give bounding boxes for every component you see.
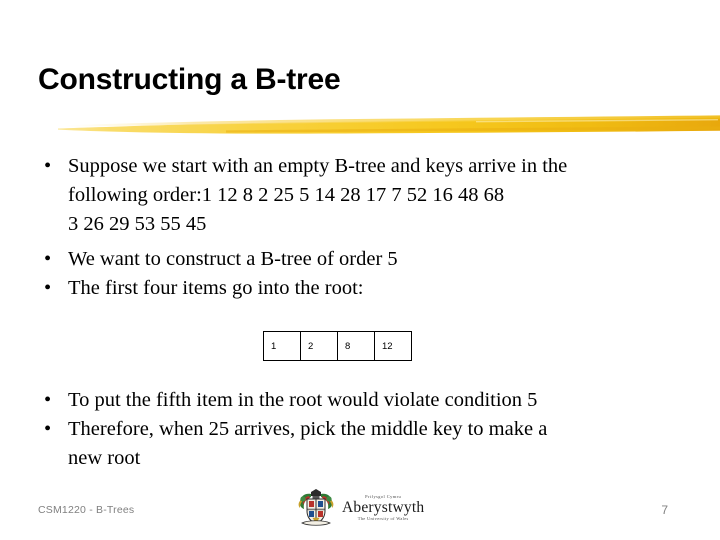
logo-university-name: Aberystwyth xyxy=(342,499,425,517)
btree-key-cell: 2 xyxy=(300,331,338,361)
list-item: • To put the fifth item in the root woul… xyxy=(38,386,686,415)
page-title: Constructing a B-tree xyxy=(38,63,341,96)
bullet-line: following order:1 12 8 2 25 5 14 28 17 7… xyxy=(68,184,505,206)
bullet-line: We want to construct a B-tree of order 5 xyxy=(68,248,398,270)
logo-bottom-line: The University of Wales xyxy=(357,515,409,521)
coat-of-arms-icon xyxy=(298,489,334,526)
btree-root-node-table: 1 2 8 12 xyxy=(263,331,412,361)
list-item: • Suppose we start with an empty B-tree … xyxy=(38,152,686,239)
bullet-marker: • xyxy=(44,389,52,411)
btree-key-cell: 8 xyxy=(337,331,375,361)
bullet-marker: • xyxy=(44,248,52,270)
bullet-line: The first four items go into the root: xyxy=(68,277,364,299)
bullet-group-two: • We want to construct a B-tree of order… xyxy=(38,245,686,303)
bullet-line: Therefore, when 25 arrives, pick the mid… xyxy=(68,418,548,440)
btree-key-cell: 12 xyxy=(374,331,412,361)
bullet-group-three: • To put the fifth item in the root woul… xyxy=(38,386,686,473)
list-item: • Therefore, when 25 arrives, pick the m… xyxy=(38,415,686,473)
bullet-line: To put the fifth item in the root would … xyxy=(68,389,538,411)
bullet-marker: • xyxy=(44,418,52,440)
title-underline-brushstroke xyxy=(56,108,720,140)
list-item: • We want to construct a B-tree of order… xyxy=(38,245,686,274)
list-item: • The first four items go into the root: xyxy=(38,274,686,303)
bullet-line: Suppose we start with an empty B-tree an… xyxy=(68,155,568,177)
footer-course-label: CSM1220 - B-Trees xyxy=(38,504,135,516)
slide: Constructing a B-tree • Suppose we start… xyxy=(0,0,720,540)
bullet-line: new root xyxy=(68,447,141,469)
logo-wordmark: Prifysgol Cymru Aberystwyth The Universi… xyxy=(342,494,425,521)
bullet-group-one: • Suppose we start with an empty B-tree … xyxy=(38,152,686,239)
page-number: 7 xyxy=(661,503,668,517)
bullet-marker: • xyxy=(44,155,52,177)
table-row: 1 2 8 12 xyxy=(263,331,412,361)
btree-key-cell: 1 xyxy=(263,331,301,361)
bullet-marker: • xyxy=(44,277,52,299)
aberystwyth-university-logo: Prifysgol Cymru Aberystwyth The Universi… xyxy=(296,486,442,530)
bullet-line: 3 26 29 53 55 45 xyxy=(68,213,207,235)
